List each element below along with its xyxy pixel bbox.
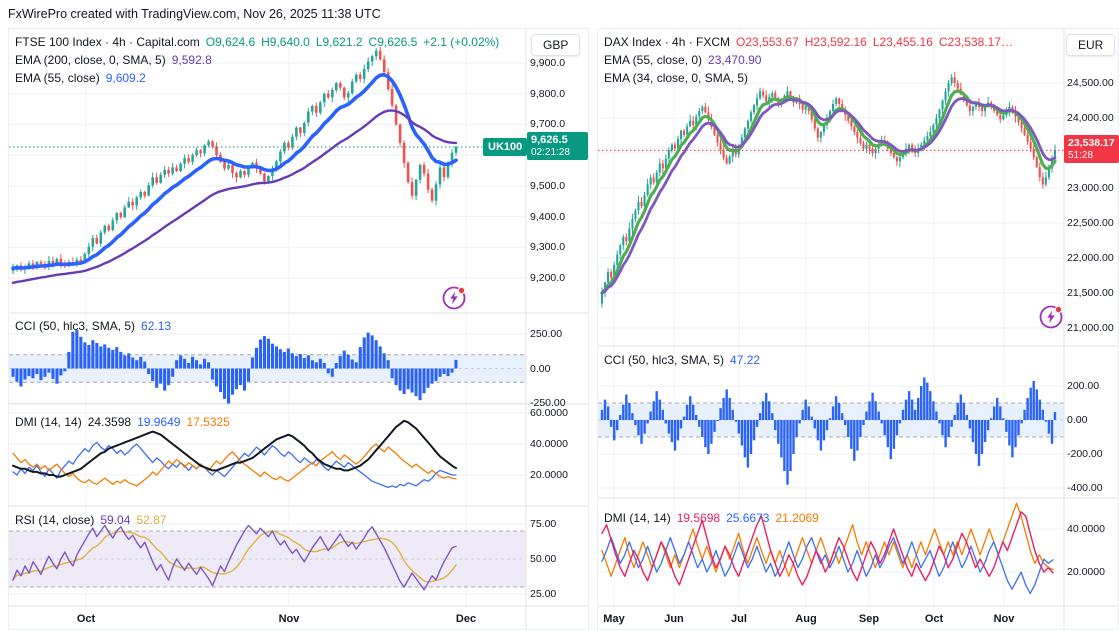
- axis-tick-label: 200.00: [1067, 380, 1100, 392]
- axis-tick-label: 9,500.0: [530, 179, 566, 192]
- ftse-last-price-badge: 9,626.5 02:21:28: [527, 132, 588, 160]
- axis-tick-label: 0.00: [1067, 414, 1088, 426]
- chart-panel-ftse: FTSE 100 Index · 4h · Capital.com O9,624…: [8, 28, 589, 630]
- dax-ema34-legend: EMA (34, close, 0, SMA, 5): [604, 71, 748, 85]
- symbol-marker-badge: UK100: [483, 138, 528, 156]
- dax-cci-label[interactable]: CCI (50, hlc3, SMA, 5): [604, 353, 724, 367]
- rsi-label[interactable]: RSI (14, close): [15, 513, 94, 527]
- time-axis-month-label: Nov: [993, 613, 1015, 625]
- rsi-value: 59.04: [100, 513, 131, 527]
- time-axis-month-label: Aug: [795, 613, 817, 625]
- last-price: 9,626.5: [531, 134, 568, 146]
- quick-trade-icon[interactable]: [440, 284, 468, 312]
- time-axis-month-label: Oct: [76, 613, 96, 625]
- axis-tick-label: 50.00: [530, 553, 557, 565]
- axis-tick-label: 22,500.00: [1067, 217, 1114, 229]
- dax-dmi-plus-di-value: 25.6673: [726, 511, 770, 525]
- ftse-ohlc-high: H9,640.0: [261, 35, 310, 49]
- currency-button-gbp[interactable]: GBP: [531, 34, 581, 56]
- axis-tick-label: 25.00: [530, 588, 557, 600]
- dax-dmi-label[interactable]: DMI (14, 14): [604, 511, 671, 525]
- rsi-ma-value: 52.87: [136, 513, 167, 527]
- dax-ohlc-open: O23,553.67: [736, 35, 799, 49]
- axis-tick-label: 9,800.0: [530, 87, 566, 100]
- time-axis-month-label: Nov: [278, 613, 300, 625]
- quick-trade-icon[interactable]: [1037, 303, 1065, 331]
- ftse-legend-row: FTSE 100 Index · 4h · Capital.com O9,624…: [15, 35, 499, 49]
- cci-value: 62.13: [141, 319, 172, 333]
- dax-dmi-adx-value: 19.5698: [676, 511, 721, 525]
- axis-tick-label: 24,500.00: [1067, 77, 1114, 89]
- axis-tick-label: 75.00: [530, 518, 557, 530]
- dax-symbol-title[interactable]: DAX Index · 4h · FXCM: [604, 35, 730, 49]
- chart-panel-dax: DAX Index · 4h · FXCM O23,553.67 H23,592…: [597, 28, 1119, 630]
- dax-dmi-minus-di-value: 21.2069: [775, 511, 819, 525]
- axis-tick-label: 60.0000: [530, 407, 568, 419]
- dax-cci-value: 47.22: [730, 353, 761, 367]
- axis-tick-label: 9,400.0: [530, 210, 566, 223]
- axis-tick-label: 22,000.00: [1067, 252, 1114, 264]
- dax-ohlc-high: H23,592.16: [804, 35, 867, 49]
- axis-tick-label: 20.0000: [1067, 566, 1105, 578]
- axis-tick-label: 9,700.0: [530, 118, 566, 131]
- time-axis-month-label: Dec: [455, 613, 477, 625]
- ema200-label[interactable]: EMA (200, close, 0, SMA, 5): [15, 53, 166, 67]
- ema55-value: 9,609.2: [105, 71, 146, 85]
- ftse-dmi-legend: DMI (14, 14) 24.3598 19.9649 17.5325: [15, 415, 230, 429]
- axis-tick-label: -200.00: [1067, 448, 1103, 460]
- ftse-ema55-legend: EMA (55, close) 9,609.2: [15, 71, 146, 85]
- dax-last-price: 23,538.17: [1068, 137, 1115, 149]
- dax-ema55-legend: EMA (55, close, 0) 23,470.90: [604, 53, 761, 67]
- dmi-label[interactable]: DMI (14, 14): [15, 415, 82, 429]
- time-axis-month-label: Sep: [858, 613, 880, 625]
- dax-ema55-value: 23,470.90: [708, 53, 762, 67]
- dax-dmi-legend: DMI (14, 14) 19.5698 25.6673 21.2069: [604, 511, 819, 525]
- dmi-minus-di-value: 17.5325: [186, 415, 230, 429]
- dax-ema55-label[interactable]: EMA (55, close, 0): [604, 53, 702, 67]
- ema55-label[interactable]: EMA (55, close): [15, 71, 100, 85]
- dax-ohlc-low: L23,455.16: [872, 35, 933, 49]
- axis-tick-label: 9,900.0: [530, 57, 566, 69]
- ftse-ema200-legend: EMA (200, close, 0, SMA, 5) 9,592.8: [15, 53, 212, 67]
- axis-tick-label: 20.0000: [530, 469, 568, 481]
- dax-legend-row: DAX Index · 4h · FXCM O23,553.67 H23,592…: [604, 35, 1013, 49]
- dax-ema34-label[interactable]: EMA (34, close, 0, SMA, 5): [604, 71, 748, 85]
- ema200-value: 9,592.8: [171, 53, 212, 67]
- ftse-ohlc-open: O9,624.6: [205, 35, 256, 49]
- ftse-symbol-title[interactable]: FTSE 100 Index · 4h · Capital.com: [15, 35, 200, 49]
- axis-tick-label: -400.00: [1067, 482, 1103, 494]
- axis-tick-label: 9,300.0: [530, 241, 566, 254]
- axis-tick-label: 9,200.0: [530, 272, 566, 284]
- dmi-plus-di-value: 19.9649: [137, 415, 181, 429]
- bar-countdown: 02:21:28: [531, 147, 570, 158]
- axis-tick-label: 21,000.00: [1067, 322, 1114, 334]
- ftse-rsi-legend: RSI (14, close) 59.04 52.87: [15, 513, 166, 527]
- time-axis-month-label: May: [603, 613, 625, 625]
- currency-button-eur[interactable]: EUR: [1066, 34, 1116, 56]
- time-axis-month-label: Oct: [924, 613, 944, 625]
- axis-tick-label: 250.00: [530, 328, 563, 340]
- axis-tick-label: 24,000.00: [1067, 112, 1114, 124]
- dax-bar-countdown: 51:28: [1068, 150, 1094, 161]
- axis-tick-label: 40.0000: [530, 438, 568, 450]
- dax-cci-legend: CCI (50, hlc3, SMA, 5) 47.22: [604, 353, 760, 367]
- axis-tick-label: 21,500.00: [1067, 287, 1114, 299]
- dax-ohlc-close: C23,538.17…: [938, 35, 1013, 49]
- ftse-change: +2.1 (+0.02%): [423, 35, 500, 49]
- cci-label[interactable]: CCI (50, hlc3, SMA, 5): [15, 319, 135, 333]
- ftse-ohlc-low: L9,621.2: [315, 35, 363, 49]
- ftse-cci-legend: CCI (50, hlc3, SMA, 5) 62.13: [15, 319, 171, 333]
- axis-tick-label: 40.0000: [1067, 523, 1105, 535]
- axis-tick-label: 23,000.00: [1067, 182, 1114, 194]
- ftse-ohlc-close: C9,626.5: [368, 35, 418, 49]
- watermark-title: FxWirePro created with TradingView.com, …: [8, 7, 381, 21]
- time-axis-month-label: Jun: [664, 613, 684, 625]
- dax-last-price-badge: 23,538.17 51:28: [1064, 135, 1119, 163]
- axis-tick-label: 0.00: [530, 362, 551, 375]
- dmi-adx-value: 24.3598: [87, 415, 132, 429]
- time-axis-month-label: Jul: [731, 613, 747, 625]
